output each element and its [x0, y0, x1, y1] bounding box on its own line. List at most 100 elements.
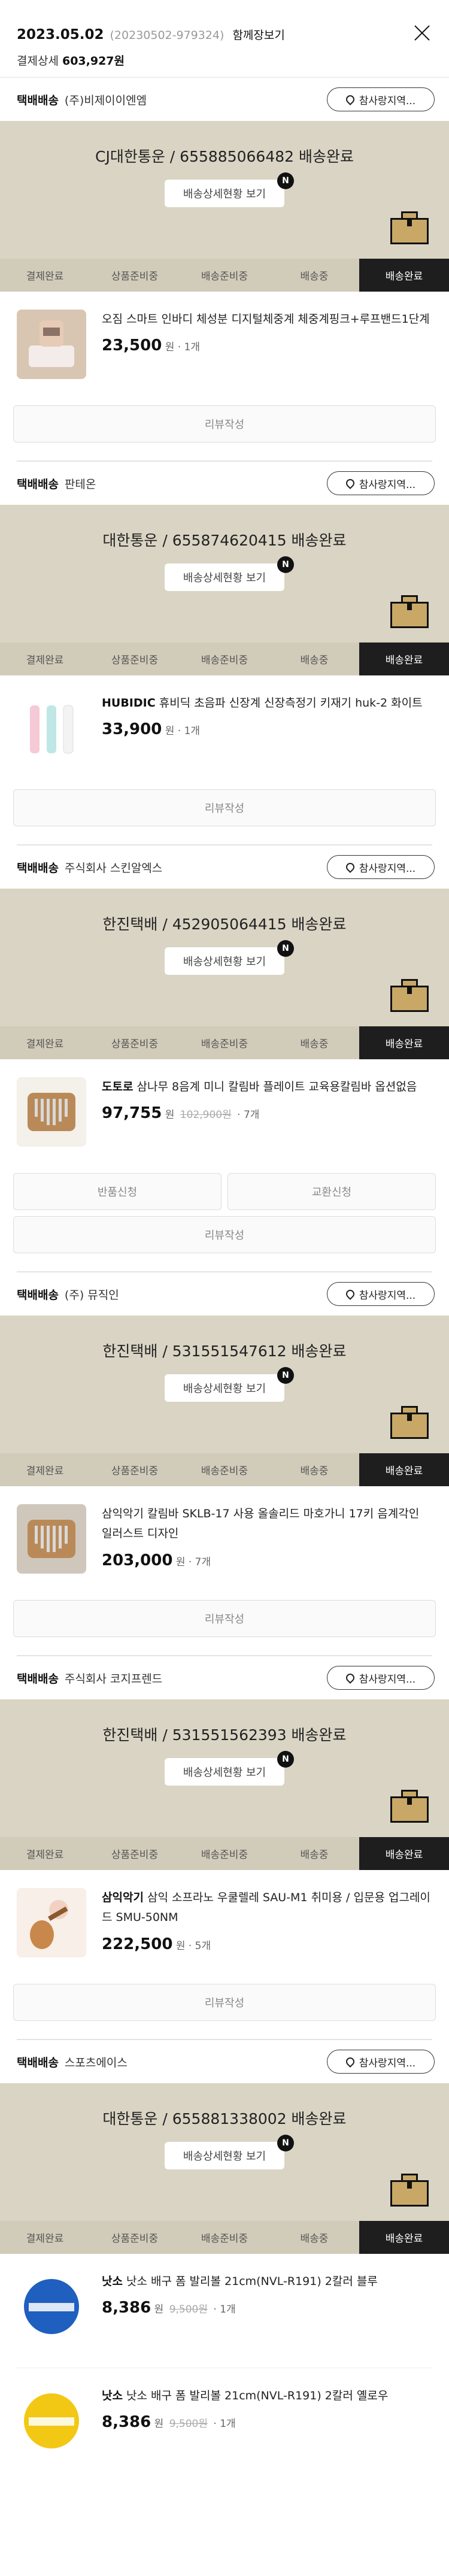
progress-step: 배송중 [300, 271, 329, 283]
write-review-button[interactable]: 리뷰작성 [13, 789, 436, 826]
section-header: 택배배송 판테온 참사랑지역... [0, 462, 449, 505]
order-detail-page: 2023.05.02 (20230502-979324) 함께장보기 결제상세 60… [0, 0, 449, 2482]
progress-step: 결제완료 [26, 1849, 64, 1861]
store-location-button[interactable]: 참사랑지역... [327, 855, 435, 879]
product-item[interactable]: HUBIDIC 휴비딕 초음파 신장계 신장측정기 키재기 huk-2 화이트 3… [0, 675, 449, 789]
product-image[interactable] [17, 693, 86, 763]
location-pin-icon [344, 1672, 356, 1684]
view-together-link[interactable]: 함께장보기 [232, 29, 284, 42]
product-image[interactable] [17, 1077, 86, 1147]
tracking-panel: 한진택배 / 531551547612 배송완료 배송상세현황 보기 N [0, 1316, 449, 1453]
quantity: · 1개 [213, 2418, 236, 2430]
progress-step: 상품준비중 [111, 1465, 159, 1477]
write-review-button[interactable]: 리뷰작성 [13, 1216, 436, 1253]
product-info: 낫소 낫소 배구 폼 발리볼 21cm(NVL-R191) 2칼러 블루 8,38… [102, 2272, 432, 2352]
price-value: 8,386 [102, 2413, 151, 2432]
progress-step: 배송완료 [359, 2221, 449, 2254]
product-price: 8,386 원 9,500원 · 1개 [102, 2299, 432, 2317]
product-info: 삼익악기 칼림바 SKLB-17 사용 올솔리드 마호가니 17키 음계각인 일… [102, 1504, 432, 1584]
new-badge: N [277, 1751, 294, 1768]
store-location-label: 참사랑지역... [359, 2057, 416, 2069]
tracking-detail-button[interactable]: 배송상세현황 보기 N [165, 556, 294, 591]
seller-name: 스포츠에이스 [64, 2056, 128, 2069]
price-unit: 원 [175, 1939, 186, 1952]
product-name: 낫소 낫소 배구 폼 발리볼 21cm(NVL-R191) 2칼러 옐로우 [102, 2386, 432, 2406]
product-image[interactable] [17, 310, 86, 379]
box-tape [407, 602, 412, 610]
price-unit: 원 [175, 1556, 186, 1568]
store-location-button[interactable]: 참사랑지역... [327, 2050, 435, 2074]
product-item[interactable]: 삼익악기 칼림바 SKLB-17 사용 올솔리드 마호가니 17키 음계각인 일… [0, 1486, 449, 1600]
new-badge: N [277, 2135, 294, 2151]
price-value: 97,755 [102, 1104, 162, 1123]
close-icon[interactable] [411, 22, 433, 44]
store-location-button[interactable]: 참사랑지역... [327, 87, 435, 111]
tracking-detail-button[interactable]: 배송상세현황 보기 N [165, 2135, 294, 2169]
quantity: · 7개 [237, 1109, 260, 1122]
price-unit: 원 [154, 2418, 164, 2430]
tracking-status: 대한통운 / 655881338002 배송완료 [102, 2110, 347, 2128]
product-info: 오짐 스마트 인바디 체성분 디지털체중계 체중계핑크+루프밴드1단계 23,50… [102, 310, 432, 390]
exchange-button[interactable]: 교환신청 [227, 1173, 436, 1210]
progress-step: 배송중 [300, 654, 329, 666]
product-name: 삼익악기 삼익 소프라노 우쿨렐레 SAU-M1 취미용 / 입문용 업그레이드… [102, 1888, 432, 1928]
original-price: 9,500원 [169, 2418, 208, 2430]
seller-name: (주)비제이이엔엠 [64, 93, 147, 107]
tracking-detail-button[interactable]: 배송상세현황 보기 N [165, 940, 294, 975]
product-image[interactable] [17, 2386, 86, 2456]
tracking-detail-button[interactable]: 배송상세현황 보기 N [165, 1367, 294, 1402]
section-header: 택배배송 주식회사 코지프렌드 참사랑지역... [0, 1656, 449, 1699]
progress-step: 배송완료 [359, 1453, 449, 1486]
tracking-panel: 대한통운 / 655874620415 배송완료 배송상세현황 보기 N [0, 505, 449, 643]
progress-step: 배송완료 [359, 643, 449, 675]
product-item[interactable]: 낫소 낫소 배구 폼 발리볼 21cm(NVL-R191) 2칼러 옐로우 8,3… [0, 2368, 449, 2482]
product-price: 8,386 원 9,500원 · 1개 [102, 2413, 432, 2431]
price-value: 23,500 [102, 337, 162, 355]
price-value: 33,900 [102, 720, 162, 739]
product-image[interactable] [17, 1888, 86, 1957]
shipping-type: 택배배송 [17, 477, 59, 491]
write-review-button[interactable]: 리뷰작성 [13, 1984, 436, 2021]
shipment-section: 택배배송 주식회사 스킨알엑스 참사랑지역... 한진택배 / 45290506441… [0, 845, 449, 1272]
return-button[interactable]: 반품신청 [13, 1173, 222, 1210]
location-pin-icon [344, 477, 356, 489]
price-value: 203,000 [102, 1551, 173, 1569]
product-brand: HUBIDIC [102, 696, 156, 710]
progress-step: 결제완료 [26, 1038, 64, 1050]
progress-step: 배송중 [300, 1038, 329, 1050]
progress-step: 배송완료 [359, 1026, 449, 1059]
store-location-button[interactable]: 참사랑지역... [327, 1666, 435, 1690]
store-location-button[interactable]: 참사랑지역... [327, 1282, 435, 1306]
shipping-type: 택배배송 [17, 93, 59, 107]
progress-step: 배송준비중 [201, 1465, 248, 1477]
price-value: 8,386 [102, 2299, 151, 2317]
product-item[interactable]: 삼익악기 삼익 소프라노 우쿨렐레 SAU-M1 취미용 / 입문용 업그레이드… [0, 1870, 449, 1984]
shipping-type: 택배배송 [17, 861, 59, 875]
product-item[interactable]: 오짐 스마트 인바디 체성분 디지털체중계 체중계핑크+루프밴드1단계 23,50… [0, 292, 449, 405]
tracking-panel: 대한통운 / 655881338002 배송완료배송상세현황 보기 N [0, 2083, 449, 2221]
product-item[interactable]: 도토로 삼나무 8음계 미니 칼림바 플레이트 교육용칼림바 옵션없음 97,75… [0, 1059, 449, 1173]
product-title: 삼익 소프라노 우쿨렐레 SAU-M1 취미용 / 입문용 업그레이드 SMU-… [102, 1891, 430, 1925]
seller-name: 판테온 [64, 477, 96, 491]
original-price: 9,500원 [169, 2304, 208, 2316]
product-image[interactable] [17, 2272, 86, 2341]
order-date: 2023.05.02 [17, 27, 104, 43]
write-review-button[interactable]: 리뷰작성 [13, 1600, 436, 1637]
product-item[interactable]: 낫소 낫소 배구 폼 발리볼 21cm(NVL-R191) 2칼러 블루 8,38… [0, 2254, 449, 2368]
seller-name: 주식회사 스킨알엑스 [64, 861, 163, 875]
store-location-button[interactable]: 참사랑지역... [327, 471, 435, 495]
write-review-button[interactable]: 리뷰작성 [13, 405, 436, 443]
tracking-detail-button[interactable]: 배송상세현황 보기 N [165, 172, 294, 207]
progress-step: 배송완료 [359, 1837, 449, 1870]
tracking-detail-button[interactable]: 배송상세현황 보기 N [165, 1751, 294, 1786]
price-unit: 원 [165, 725, 175, 738]
progress-step: 결제완료 [26, 2233, 64, 2245]
section-header: 택배배송 주식회사 스킨알엑스 참사랑지역... [0, 845, 449, 889]
tracking-status: CJ대한통운 / 655885066482 배송완료 [95, 148, 354, 165]
delivery-progress: 결제완료 상품준비중 배송준비중 배송중 배송완료 [0, 1453, 449, 1486]
store-location-label: 참사랑지역... [359, 1289, 416, 1302]
shipment-section: 택배배송 스포츠에이스 참사랑지역... 대한통운 / 655881338002 배송… [0, 2040, 449, 2482]
payment-summary[interactable]: 결제상세 603,927원 [17, 52, 432, 68]
product-image[interactable] [17, 1504, 86, 1574]
new-badge: N [277, 1367, 294, 1384]
